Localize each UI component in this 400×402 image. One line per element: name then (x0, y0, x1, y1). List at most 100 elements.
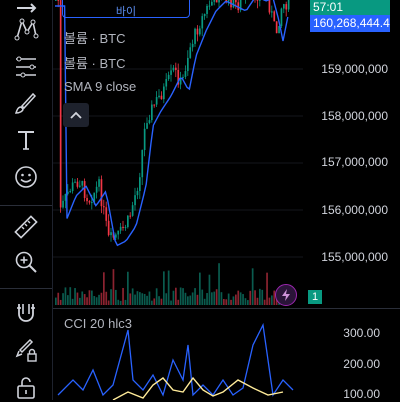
volume-bar (153, 298, 156, 305)
volume-bar (146, 295, 148, 305)
fib-tool-icon[interactable] (8, 52, 44, 82)
volume-bar (64, 287, 67, 305)
unlock-icon[interactable] (8, 372, 44, 402)
volume-bar (218, 263, 220, 305)
candle-body (98, 179, 100, 187)
volume-bar (206, 293, 208, 305)
volume-bar (57, 292, 60, 305)
sma-legend-name: SMA (64, 79, 92, 94)
volume-bar (182, 288, 184, 305)
volume-bar (239, 292, 242, 305)
volume-legend-2[interactable]: 볼륨 · BTC (64, 53, 125, 72)
toolbar-divider (0, 205, 52, 206)
volume-bar (230, 299, 232, 305)
candle-body (155, 97, 158, 105)
volume-pane-badge: 1 (308, 290, 322, 304)
volume-bar (83, 294, 86, 305)
candle-body (119, 226, 122, 231)
cci-line (57, 322, 294, 397)
cci-legend[interactable]: CCI 20 hlc3 (64, 316, 132, 331)
candle-body (134, 195, 136, 206)
volume-bar (115, 289, 117, 305)
candle-body (91, 202, 93, 204)
volume-bar (93, 295, 96, 305)
candle-body (71, 182, 74, 192)
candle-body (81, 181, 84, 186)
volume-bar (139, 292, 141, 305)
emoji-icon[interactable] (8, 162, 44, 192)
price-tick: 159,000,000 (321, 62, 388, 76)
volume-bar (119, 300, 122, 305)
volume-bar (259, 288, 261, 305)
candle-body (184, 71, 187, 77)
candle-body (275, 21, 278, 34)
cci-legend-params: 20 hlc3 (90, 316, 132, 331)
volume-bar (165, 293, 168, 305)
countdown-badge: 57:01 (310, 0, 390, 15)
candle-body (141, 150, 144, 178)
volume-bar (81, 291, 84, 305)
candle-body (103, 206, 105, 208)
lightning-icon[interactable] (275, 284, 297, 306)
candle-body (158, 95, 160, 98)
volume-bar (71, 298, 74, 305)
price-tick: 157,000,000 (321, 155, 388, 169)
candle-body (199, 28, 201, 35)
volume-bar (134, 294, 136, 305)
volume-bar (122, 287, 124, 305)
chart-area[interactable]: 바이 볼륨 · BTC 볼륨 · BTC SMA 9 close CCI 20 … (53, 0, 400, 401)
candle-body (83, 181, 86, 198)
volume-bar (244, 298, 247, 305)
volume-bar (263, 299, 266, 305)
volume-legend[interactable]: 볼륨 · BTC (64, 28, 125, 47)
volume-bar (117, 299, 120, 305)
candle-body (235, 0, 237, 3)
volume-bar (155, 288, 158, 305)
volume-bar (69, 287, 72, 305)
volume-bar (256, 297, 259, 305)
candle-body (285, 4, 288, 10)
sma-legend-params: 9 close (95, 79, 137, 94)
sma-legend[interactable]: SMA 9 close (64, 79, 136, 94)
candle-body (79, 185, 81, 187)
candle-body (117, 230, 120, 235)
volume-bar (225, 299, 228, 305)
pattern-tool-icon[interactable] (8, 14, 44, 44)
candle-body (201, 16, 204, 29)
volume-legend-label-2: 볼륨 · BTC (64, 56, 126, 71)
volume-bar (98, 294, 100, 305)
collapse-legend-button[interactable] (63, 103, 89, 127)
lock-drawing-icon[interactable] (8, 335, 44, 365)
candle-body (146, 123, 148, 129)
volume-bar (266, 272, 268, 305)
volume-bar (151, 300, 153, 305)
candle-body (194, 28, 196, 44)
candle-body (136, 191, 139, 196)
volume-bar (237, 290, 240, 305)
magnet-icon[interactable] (8, 298, 44, 328)
zoom-in-icon[interactable] (8, 247, 44, 277)
volume-bar (143, 293, 146, 305)
candle-body (206, 5, 208, 14)
volume-bar (167, 270, 170, 305)
text-tool-icon[interactable] (8, 125, 44, 155)
candle-body (271, 11, 273, 13)
volume-bar (215, 289, 218, 305)
volume-bar (124, 299, 127, 305)
volume-bar (88, 290, 91, 305)
volume-bar (62, 293, 64, 305)
candle-body (139, 177, 141, 192)
volume-bar (187, 296, 189, 305)
brush-icon[interactable] (8, 88, 44, 118)
volume-bar (261, 289, 264, 305)
volume-bar (74, 288, 76, 305)
pane-divider[interactable] (53, 308, 400, 309)
candle-body (69, 191, 72, 193)
buy-button[interactable]: 바이 (62, 0, 190, 18)
ruler-icon[interactable] (8, 212, 44, 242)
volume-bar (131, 288, 134, 305)
volume-bar (227, 293, 230, 305)
volume-bar (141, 293, 144, 305)
cci-signal-line (112, 376, 284, 400)
candle-body (256, 0, 259, 1)
